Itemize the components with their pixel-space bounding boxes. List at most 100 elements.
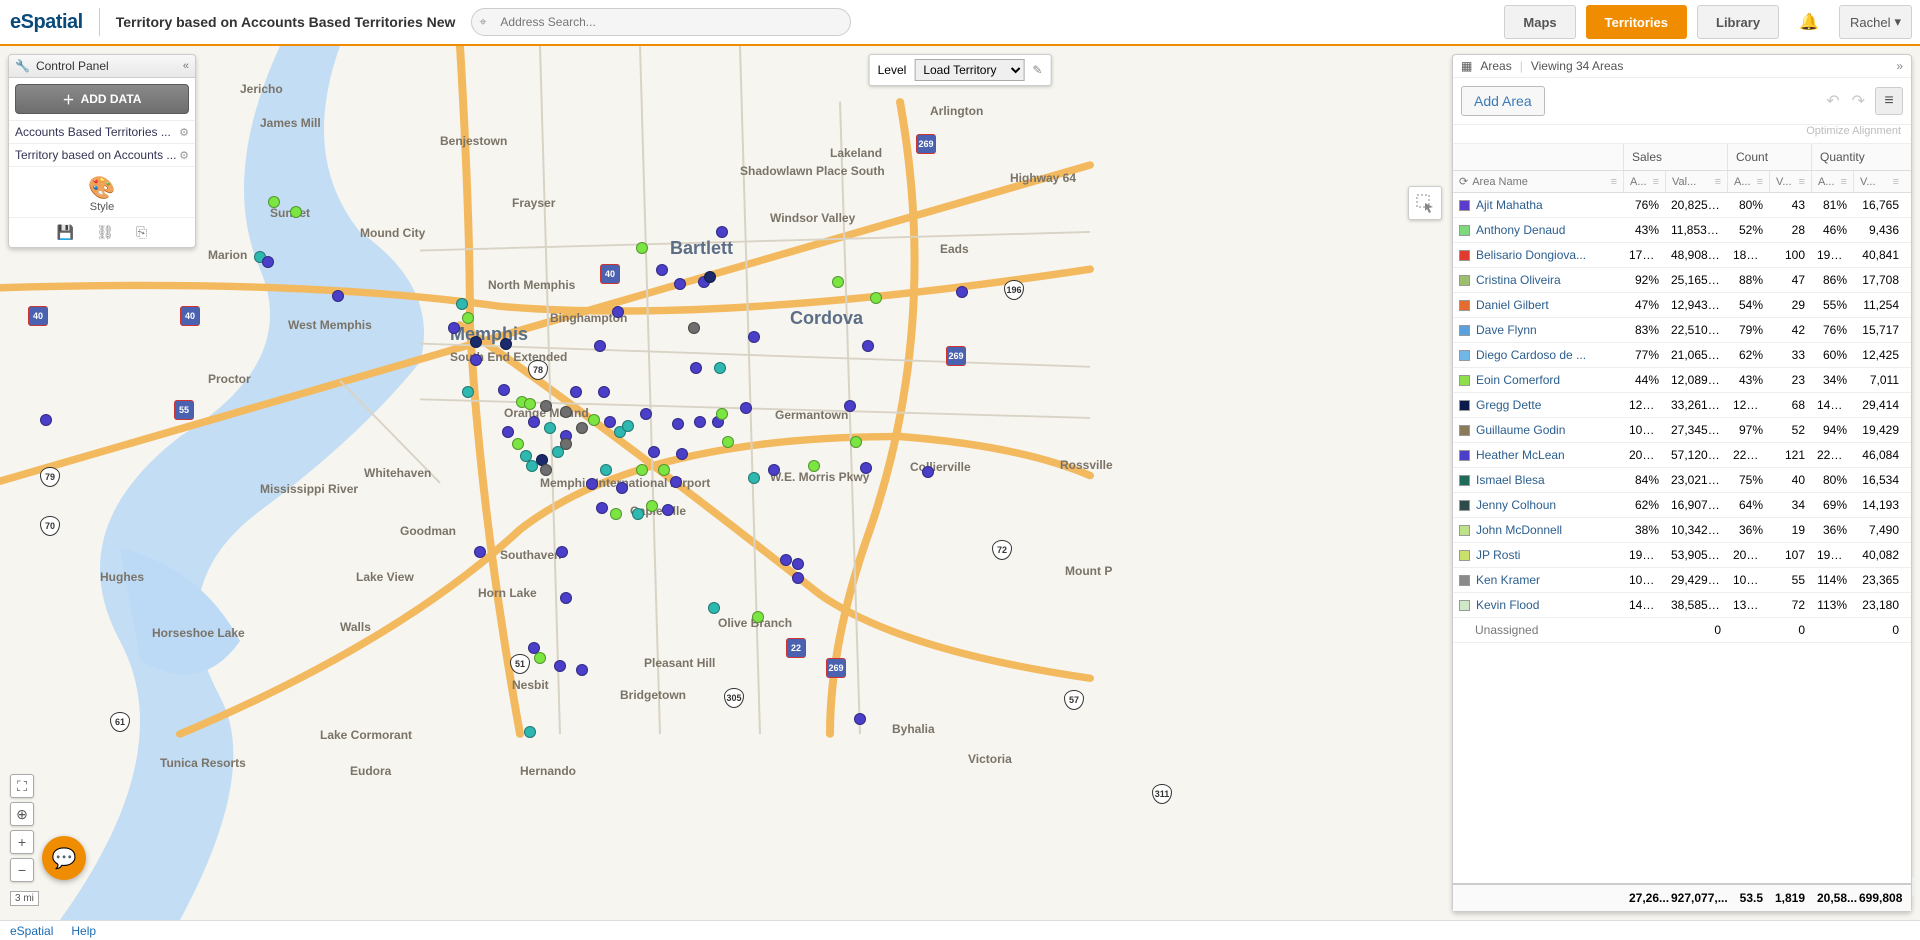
chat-button[interactable]: 💬 bbox=[42, 836, 86, 880]
table-row[interactable]: Ken Kramer108%29,429,885103%55114%23,365 bbox=[1453, 568, 1911, 593]
layer-accounts[interactable]: Accounts Based Territories ... ⚙ bbox=[9, 120, 195, 143]
map-point[interactable] bbox=[716, 226, 728, 238]
map-point[interactable] bbox=[640, 408, 652, 420]
table-row[interactable]: Daniel Gilbert47%12,943,17954%2955%11,25… bbox=[1453, 293, 1911, 318]
expand-panel-icon[interactable]: » bbox=[1896, 59, 1903, 73]
map-point[interactable] bbox=[560, 406, 572, 418]
map-point[interactable] bbox=[500, 338, 512, 350]
areas-menu-button[interactable]: ≡ bbox=[1875, 87, 1903, 115]
table-row[interactable]: Ismael Blesa84%23,021,35675%4080%16,534 bbox=[1453, 468, 1911, 493]
map-point[interactable] bbox=[670, 476, 682, 488]
refresh-icon[interactable]: ⟳ bbox=[1459, 175, 1468, 188]
notifications-icon[interactable]: 🔔 bbox=[1789, 12, 1829, 32]
map-point[interactable] bbox=[462, 312, 474, 324]
map-point[interactable] bbox=[704, 271, 716, 283]
gear-icon[interactable]: ⚙ bbox=[179, 149, 189, 162]
map-point[interactable] bbox=[672, 418, 684, 430]
map-point[interactable] bbox=[636, 242, 648, 254]
table-row[interactable]: Belisario Dongiova...179%48,908,003187%1… bbox=[1453, 243, 1911, 268]
territories-button[interactable]: Territories bbox=[1586, 5, 1687, 39]
map-point[interactable] bbox=[552, 446, 564, 458]
table-row[interactable]: Dave Flynn83%22,510,14579%4276%15,717 bbox=[1453, 318, 1911, 343]
map-point[interactable] bbox=[524, 398, 536, 410]
user-menu[interactable]: Rachel ▾ bbox=[1839, 5, 1912, 39]
zoom-out-button[interactable]: − bbox=[10, 858, 34, 882]
map-point[interactable] bbox=[462, 386, 474, 398]
map-point[interactable] bbox=[860, 462, 872, 474]
table-row[interactable]: Anthony Denaud43%11,853,39152%2846%9,436 bbox=[1453, 218, 1911, 243]
map-point[interactable] bbox=[540, 400, 552, 412]
table-row[interactable]: Guillaume Godin100%27,345,38397%5294%19,… bbox=[1453, 418, 1911, 443]
level-select[interactable]: Load Territory bbox=[914, 59, 1024, 81]
map-point[interactable] bbox=[832, 276, 844, 288]
map-point[interactable] bbox=[808, 460, 820, 472]
map-point[interactable] bbox=[556, 546, 568, 558]
layer-territory[interactable]: Territory based on Accounts ... ⚙ bbox=[9, 143, 195, 166]
map-point[interactable] bbox=[528, 416, 540, 428]
table-row[interactable]: Kevin Flood142%38,585,092135%72113%23,18… bbox=[1453, 593, 1911, 618]
map-point[interactable] bbox=[610, 508, 622, 520]
map-point[interactable] bbox=[540, 464, 552, 476]
map-point[interactable] bbox=[598, 386, 610, 398]
map-point[interactable] bbox=[268, 196, 280, 208]
map-point[interactable] bbox=[792, 558, 804, 570]
map-point[interactable] bbox=[780, 554, 792, 566]
map-point[interactable] bbox=[752, 611, 764, 623]
map-point[interactable] bbox=[956, 286, 968, 298]
map-point[interactable] bbox=[648, 446, 660, 458]
map-point[interactable] bbox=[470, 336, 482, 348]
map-point[interactable] bbox=[600, 464, 612, 476]
map-point[interactable] bbox=[456, 298, 468, 310]
footer-brand[interactable]: eSpatial bbox=[10, 924, 53, 938]
map-point[interactable] bbox=[676, 448, 688, 460]
zoom-box-button[interactable]: ⛶ bbox=[10, 774, 34, 798]
col-area[interactable]: Area Name bbox=[1472, 176, 1528, 188]
map-point[interactable] bbox=[636, 464, 648, 476]
map-point[interactable] bbox=[544, 422, 556, 434]
gear-icon[interactable]: ⚙ bbox=[179, 126, 189, 139]
map-point[interactable] bbox=[690, 362, 702, 374]
table-row[interactable]: Eoin Comerford44%12,089,30743%2334%7,011 bbox=[1453, 368, 1911, 393]
map-point[interactable] bbox=[470, 354, 482, 366]
map-point[interactable] bbox=[554, 660, 566, 672]
table-row[interactable]: Gregg Dette122%33,261,733127%68143%29,41… bbox=[1453, 393, 1911, 418]
unassigned-row[interactable]: Unassigned000 bbox=[1453, 618, 1911, 643]
map-point[interactable] bbox=[792, 572, 804, 584]
map-point[interactable] bbox=[854, 713, 866, 725]
save-icon[interactable]: 💾 bbox=[57, 224, 74, 241]
map-point[interactable] bbox=[922, 466, 934, 478]
table-row[interactable]: Diego Cardoso de ...77%21,065,80062%3360… bbox=[1453, 343, 1911, 368]
map-point[interactable] bbox=[594, 340, 606, 352]
map-point[interactable] bbox=[662, 504, 674, 516]
table-row[interactable]: Ajit Mahatha76%20,825,09180%4381%16,765 bbox=[1453, 193, 1911, 218]
map-point[interactable] bbox=[576, 664, 588, 676]
map-point[interactable] bbox=[862, 340, 874, 352]
map-point[interactable] bbox=[748, 331, 760, 343]
map-point[interactable] bbox=[576, 422, 588, 434]
map-point[interactable] bbox=[722, 436, 734, 448]
areas-table-body[interactable]: Ajit Mahatha76%20,825,09180%4381%16,765A… bbox=[1453, 193, 1911, 883]
maps-button[interactable]: Maps bbox=[1504, 5, 1575, 39]
col-menu-icon[interactable]: ≡ bbox=[1611, 176, 1617, 188]
map-point[interactable] bbox=[498, 384, 510, 396]
map-point[interactable] bbox=[688, 322, 700, 334]
map-point[interactable] bbox=[474, 546, 486, 558]
address-search-input[interactable] bbox=[471, 8, 851, 36]
library-button[interactable]: Library bbox=[1697, 5, 1779, 39]
map-point[interactable] bbox=[870, 292, 882, 304]
map-point[interactable] bbox=[850, 436, 862, 448]
map-point[interactable] bbox=[768, 464, 780, 476]
map-point[interactable] bbox=[40, 414, 52, 426]
map-point[interactable] bbox=[604, 416, 616, 428]
collapse-panel-icon[interactable]: « bbox=[183, 60, 189, 72]
map-point[interactable] bbox=[526, 460, 538, 472]
map-point[interactable] bbox=[656, 264, 668, 276]
map-point[interactable] bbox=[612, 306, 624, 318]
table-row[interactable]: Heather McLean209%57,120,410226%121224%4… bbox=[1453, 443, 1911, 468]
add-data-button[interactable]: ＋ ADD DATA bbox=[15, 84, 189, 114]
map-point[interactable] bbox=[740, 402, 752, 414]
map-point[interactable] bbox=[560, 592, 572, 604]
map-point[interactable] bbox=[748, 472, 760, 484]
add-area-button[interactable]: Add Area bbox=[1461, 86, 1545, 116]
map-point[interactable] bbox=[844, 400, 856, 412]
